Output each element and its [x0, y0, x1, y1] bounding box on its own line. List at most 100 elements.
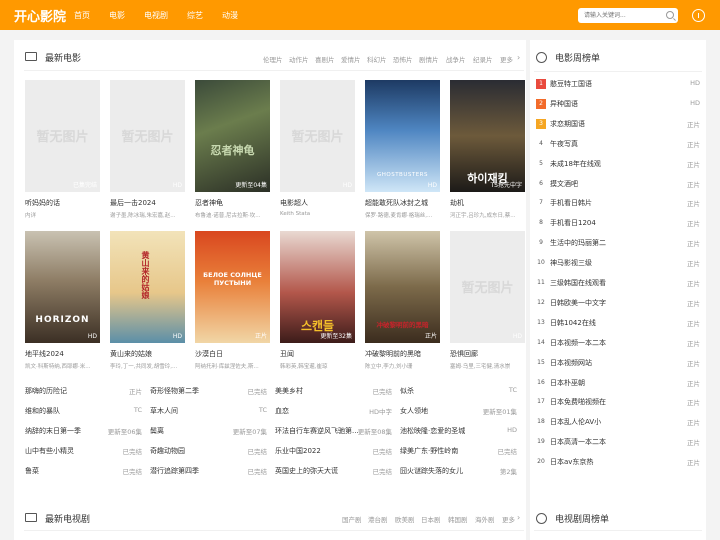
- ranking-item-title[interactable]: 日本免费啪视频在: [550, 397, 606, 407]
- category-link[interactable]: 伦理片: [263, 54, 283, 64]
- ranking-item-title[interactable]: 摸文酒吧: [550, 179, 578, 189]
- list-item[interactable]: 美美乡村 已完结: [275, 386, 392, 396]
- ranking-item[interactable]: 19 日本高清一本二本 正片: [536, 435, 700, 449]
- list-item-title[interactable]: 草木人间: [150, 406, 178, 416]
- list-item-title[interactable]: 绿美广东·野性岭南: [400, 446, 458, 456]
- movie-card[interactable]: HORIZON HD 地平线2024 凯文·科斯特纳,西耶娜·米...: [25, 231, 100, 371]
- movie-card[interactable]: 스캔들 更新至32集 丑闻 韩彩英,韩宝暹,崔琼: [280, 231, 355, 371]
- ranking-item-title[interactable]: 日本朴巫朝: [550, 378, 585, 388]
- list-item[interactable]: 环法自行车赛逆风飞驰第... 更新至08集: [275, 426, 392, 436]
- movie-card[interactable]: 忍者神龟 更新至04集 忍者神龟 布鲁迪·诺普,尼古拉斯·坎...: [195, 80, 270, 220]
- ranking-item[interactable]: 6 摸文酒吧 正片: [536, 177, 700, 191]
- ranking-item-title[interactable]: 憨豆特工国语: [550, 79, 592, 89]
- movie-title[interactable]: 忍者神龟: [195, 198, 270, 208]
- ranking-item-title[interactable]: 三级韩国在线观看: [550, 278, 606, 288]
- category-link[interactable]: 纪录片: [473, 54, 493, 64]
- movie-title[interactable]: 冲破黎明前的黑暗: [365, 349, 440, 359]
- category-link[interactable]: 更多: [502, 514, 515, 524]
- search-input[interactable]: [578, 8, 664, 23]
- user-icon[interactable]: [692, 9, 705, 22]
- movie-title[interactable]: 听妈妈的话: [25, 198, 100, 208]
- ranking-item[interactable]: 3 求恋期国语 正片: [536, 117, 700, 131]
- list-item[interactable]: 草木人间 TC: [150, 406, 267, 416]
- movie-poster[interactable]: 暂无图片 HD: [450, 231, 525, 343]
- movie-title[interactable]: 沙漠白日: [195, 349, 270, 359]
- ranking-item-title[interactable]: 求恋期国语: [550, 119, 585, 129]
- ranking-item[interactable]: 14 日本视频一本二本 正片: [536, 336, 700, 350]
- list-item-title[interactable]: 奇形怪物第二季: [150, 386, 199, 396]
- category-link[interactable]: 剧情片: [419, 54, 439, 64]
- ranking-item[interactable]: 20 日本av东京热 正片: [536, 455, 700, 469]
- category-link[interactable]: 战争片: [446, 54, 466, 64]
- movie-title[interactable]: 最后一击2024: [110, 198, 185, 208]
- category-link[interactable]: 科幻片: [367, 54, 387, 64]
- chevron-right-icon[interactable]: ›: [517, 53, 520, 62]
- list-item[interactable]: 潜行追踪第四季 已完结: [150, 466, 267, 476]
- nav-anime[interactable]: 动漫: [222, 10, 238, 21]
- category-link[interactable]: 日本剧: [421, 514, 441, 524]
- ranking-item-title[interactable]: 日韩1042在线: [550, 318, 596, 328]
- list-item-title[interactable]: 鲁菜: [25, 466, 39, 476]
- list-item-title[interactable]: 似杀: [400, 386, 414, 396]
- category-link[interactable]: 动作片: [289, 54, 309, 64]
- list-item[interactable]: 英国史上的弥天大谎 已完结: [275, 466, 392, 476]
- nav-variety[interactable]: 综艺: [187, 10, 203, 21]
- ranking-item[interactable]: 11 三级韩国在线观看 正片: [536, 276, 700, 290]
- list-item[interactable]: 奇形怪物第二季 已完结: [150, 386, 267, 396]
- nav-home[interactable]: 首页: [74, 10, 90, 21]
- list-item[interactable]: 血恋 HD中字: [275, 406, 392, 416]
- ranking-item-title[interactable]: 日本乱人伦AV小: [550, 417, 601, 427]
- movie-poster[interactable]: 暂无图片 HD: [280, 80, 355, 192]
- ranking-item[interactable]: 7 手机看日韩片 正片: [536, 196, 700, 210]
- list-item[interactable]: 绿美广东·野性岭南 已完结: [400, 446, 517, 456]
- movie-card[interactable]: 冲破黎明前的黑暗 正片 冲破黎明前的黑暗 陈立中,李力,刘小珊: [365, 231, 440, 371]
- nav-tv[interactable]: 电视剧: [144, 10, 168, 21]
- category-link[interactable]: 海外剧: [475, 514, 495, 524]
- list-item-title[interactable]: 乐业中国2022: [275, 446, 321, 456]
- list-item-title[interactable]: 鬓离: [150, 426, 164, 436]
- list-item[interactable]: 山中有些小精灵 已完结: [25, 446, 142, 456]
- list-item-title[interactable]: 那嗨的历险记: [25, 386, 67, 396]
- search-icon[interactable]: [666, 11, 674, 19]
- list-item-title[interactable]: 血恋: [275, 406, 289, 416]
- list-item-title[interactable]: 纳辞的末日第一季: [25, 426, 81, 436]
- movie-card[interactable]: 暂无图片 HD 电影超人 Keith Stata: [280, 80, 355, 220]
- ranking-item[interactable]: 16 日本朴巫朝 正片: [536, 376, 700, 390]
- category-link[interactable]: 恐怖片: [393, 54, 413, 64]
- category-link[interactable]: 喜剧片: [315, 54, 335, 64]
- category-link[interactable]: 更多: [500, 54, 513, 64]
- ranking-item-title[interactable]: 异种国语: [550, 99, 578, 109]
- movie-poster[interactable]: GHOSTBUSTERS HD: [365, 80, 440, 192]
- ranking-item-title[interactable]: 生活中的玛丽第二: [550, 238, 606, 248]
- ranking-item-title[interactable]: 未成18年在线观: [550, 159, 601, 169]
- movie-poster[interactable]: 忍者神龟 更新至04集: [195, 80, 270, 192]
- ranking-item[interactable]: 15 日本视频网站 正片: [536, 356, 700, 370]
- list-item-title[interactable]: 美美乡村: [275, 386, 303, 396]
- list-item-title[interactable]: 环法自行车赛逆风飞驰第...: [275, 426, 359, 436]
- list-item-title[interactable]: 潜行追踪第四季: [150, 466, 199, 476]
- chevron-right-icon[interactable]: ›: [517, 513, 520, 522]
- movie-title[interactable]: 劫机: [450, 198, 525, 208]
- category-link[interactable]: 欧美剧: [395, 514, 415, 524]
- movie-card[interactable]: 黄山来的姑娘 HD 黄山来的姑娘 李玲,丁一,共同发,胡雪玲,...: [110, 231, 185, 371]
- list-item-title[interactable]: 山中有些小精灵: [25, 446, 74, 456]
- ranking-item-title[interactable]: 日本av东京热: [550, 457, 593, 467]
- ranking-item[interactable]: 4 午夜写真 正片: [536, 137, 700, 151]
- ranking-item-title[interactable]: 日本视频一本二本: [550, 338, 606, 348]
- ranking-item[interactable]: 13 日韩1042在线 正片: [536, 316, 700, 330]
- ranking-item[interactable]: 17 日本免费啪视频在 正片: [536, 395, 700, 409]
- movie-poster[interactable]: 冲破黎明前的黑暗 正片: [365, 231, 440, 343]
- ranking-item[interactable]: 1 憨豆特工国语 HD: [536, 77, 700, 91]
- movie-title[interactable]: 恐惧回廊: [450, 349, 525, 359]
- list-item[interactable]: 乐业中国2022 已完结: [275, 446, 392, 456]
- ranking-item-title[interactable]: 神马影视三级: [550, 258, 592, 268]
- ranking-item-title[interactable]: 午夜写真: [550, 139, 578, 149]
- movie-poster[interactable]: 暂无图片 HD: [110, 80, 185, 192]
- list-item-title[interactable]: 维和的暴队: [25, 406, 60, 416]
- movie-poster[interactable]: БЕЛОЕ СОЛНЦЕ ПУСТЫНИ 正片: [195, 231, 270, 343]
- list-item[interactable]: 鲁菜 已完结: [25, 466, 142, 476]
- movie-card[interactable]: БЕЛОЕ СОЛНЦЕ ПУСТЫНИ 正片 沙漠白日 阿纳托利·库兹涅佐夫,斯..…: [195, 231, 270, 371]
- ranking-item[interactable]: 12 日韩欧美一中文字 正片: [536, 296, 700, 310]
- movie-card[interactable]: GHOSTBUSTERS HD 超能敢死队冰封之城 保罗·路德,麦肯娜·格瑞丝,...: [365, 80, 440, 220]
- site-logo[interactable]: 开心影院: [14, 6, 66, 25]
